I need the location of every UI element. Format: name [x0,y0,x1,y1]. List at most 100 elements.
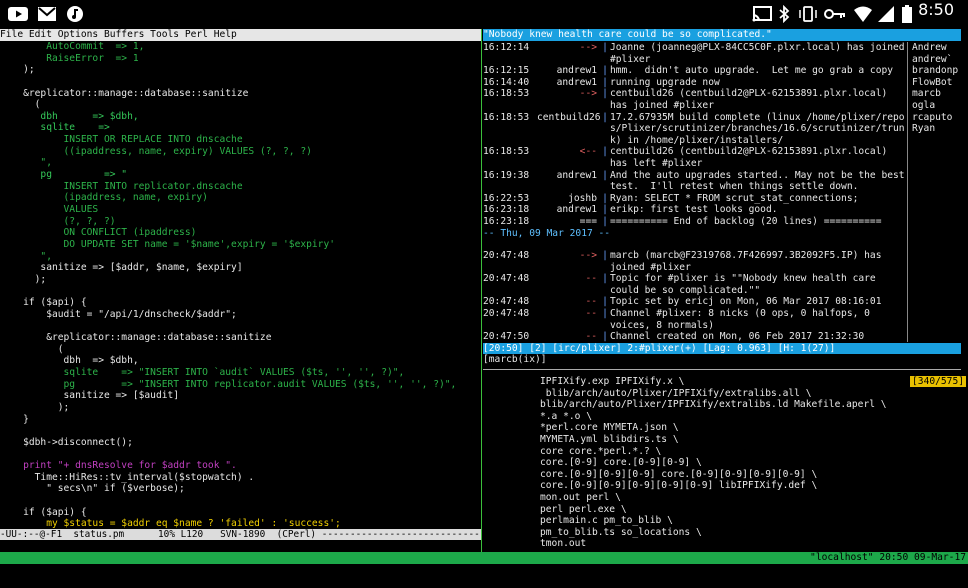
emacs-modeline: -UU-:--@-F1 status.pm 10% L120 SVN-1890 … [0,529,481,540]
timestamp: 20:47:48 [483,296,530,308]
code-line: ((ipaddress, name, expiry) VALUES (?, ?,… [0,145,312,157]
key-icon [824,5,846,23]
shell-line: core.[0-9][0-9][0-9][0-9][0-9] libIPFIXi… [540,480,818,492]
code-line: ", [0,157,52,169]
message-text: hmm. didn't auto upgrade. Let me go grab… [610,65,894,77]
timestamp: 16:14:40 [483,76,530,88]
code-line: (ipaddress, name, expiry) [0,192,208,204]
separator: | [602,42,608,53]
signal-icon [878,5,894,23]
nick-item[interactable]: Andrew [912,42,966,54]
android-status-bar: 8:50 [0,0,968,28]
code-line: INSERT OR REPLACE INTO dnscache [0,134,243,146]
code-line: sqlite => "INSERT INTO `audit` VALUES ($… [0,366,405,378]
message-text: erikp: first test looks good. [610,204,778,216]
code-line: print "+ dnsResolve for $addr took ". [0,460,237,472]
separator: | [602,250,608,262]
clock: 8:50 [918,0,954,19]
music-icon[interactable] [66,5,84,23]
code-line: ); [0,401,70,413]
emacs-editor[interactable]: AutoCommit => 1, RaiseError => 1 ); &rep… [0,41,481,529]
irc-message: 16:18:53 centbuild26 | 17.2.67935M build co… [483,112,906,147]
separator: | [602,76,608,88]
code-line: $dbh->disconnect(); [0,436,133,448]
irc-message: 16:18:53 <-- | centbuild26 (centbuild2@PLX-… [483,146,906,169]
nick: andrew1 [556,76,597,88]
irc-log: 16:12:14 --> | Joanne (joanneg@PLX-84CC5C0F… [483,42,906,343]
separator: | [602,169,608,181]
pane-divider[interactable] [481,29,482,552]
emacs-menubar[interactable]: File Edit Options Buffers Tools Perl Hel… [0,29,481,41]
separator: | [602,296,608,308]
nick: -- [585,308,597,320]
message-text: Channel #plixer: 8 nicks (0 ops, 0 halfo… [610,308,870,331]
code-line: } [0,413,29,425]
irc-input[interactable]: [marcb(ix)] [483,354,961,366]
message-text: centbuild26 (centbuild2@PLX-62153891.plx… [610,146,888,169]
nick: --> [579,42,597,53]
nick-item[interactable]: marcb [912,88,966,100]
shell-line: blib/arch/auto/Plixer/IPFIXify/extralibs… [540,399,887,411]
timestamp: 16:18:53 [483,111,530,123]
timestamp: 20:47:50 [483,331,530,343]
code-line: Time::HiRes::tv_interval($stopwatch) . [0,471,255,483]
separator: | [602,308,608,320]
message-text: ========== End of backlog (20 lines) ===… [610,215,882,227]
code-line: my $status = $addr eq $name ? 'failed' :… [0,518,341,529]
youtube-icon[interactable] [8,5,28,23]
nick-item[interactable]: FlowBot [912,77,966,89]
code-line: $audit = "/api/1/dnscheck/$addr"; [0,308,237,320]
scroll-position-badge: [340/575] [910,376,966,387]
separator: | [602,192,608,204]
separator: | [602,146,608,158]
code-line: ); [0,64,35,76]
shell-pane[interactable]: IPFIXify.exp IPFIXify.x \ blib/arch/auto… [483,376,961,550]
code-line: DO UPDATE SET name = '$name',expiry = '$… [0,238,336,250]
shell-line: perl perl.exe \ [540,503,627,515]
shell-line: core core.*perl.*.? \ [540,445,662,457]
pane-divider-horizontal[interactable] [483,369,961,370]
irc-message: 20:47:50 -- | Channel created on Mon, 06 Fe… [483,331,906,343]
code-line: RaiseError => 1 [0,52,139,64]
timestamp: 20:47:48 [483,308,530,320]
gmail-icon[interactable] [38,5,56,23]
nick-item[interactable]: brandonp [912,65,966,77]
tmux-windows[interactable]: 0] 0:DEV* 1:Mail 2:bash- [12,564,156,575]
nick-item[interactable]: andrew` [912,54,966,66]
nick-item[interactable]: Ryan [912,123,966,135]
separator: | [602,204,608,216]
shell-line: MYMETA.yml blibdirs.ts \ [540,433,679,445]
nick: --> [579,88,597,100]
cast-icon [752,5,772,23]
code-line: AutoCommit => 1, [0,41,145,52]
shell-line: mon.out perl \ [540,491,621,503]
message-text: Joanne (joanneg@PLX-84CC5C0F.plxr.local)… [610,42,905,65]
message-text: Topic set by ericj on Mon, 06 Mar 2017 0… [610,296,882,308]
separator: | [602,88,608,100]
nick: --> [579,250,597,262]
wifi-icon [854,5,872,23]
irc-message: 16:12:15 andrew1 | hmm. didn't auto upgrade… [483,65,906,77]
nick-item[interactable]: ogla [912,100,966,112]
irc-message: 16:23:18 === | ========== End of backlog (2… [483,216,906,228]
timestamp: 16:19:38 [483,169,530,181]
irc-message: 16:22:53 joshb | Ryan: SELECT * FROM scrut_… [483,193,906,205]
nick: -- [585,331,597,343]
irc-message: 20:47:48 -- | Topic for #plixer is ""Nobody… [483,273,906,296]
battery-icon [902,5,912,23]
day-change: -- Thu, 09 Mar 2017 -- [483,227,611,239]
code-line: &replicator::manage::database::sanitize [0,332,272,344]
code-line: " secs\n" if ($verbose); [0,483,185,495]
timestamp: 16:23:18 [483,215,530,227]
code-line: sqlite => [0,122,110,134]
nick: andrew1 [556,169,597,181]
irc-pane[interactable]: "Nobody knew health care could be so com… [483,29,961,343]
irc-nicklist[interactable]: Andrew andrew` brandonp FlowBot marcb ogla rca… [907,42,966,342]
nick-item[interactable]: rcaputo [912,112,966,124]
code-line: ", [0,250,52,262]
code-line: ON CONFLICT (ipaddress) [0,227,197,239]
